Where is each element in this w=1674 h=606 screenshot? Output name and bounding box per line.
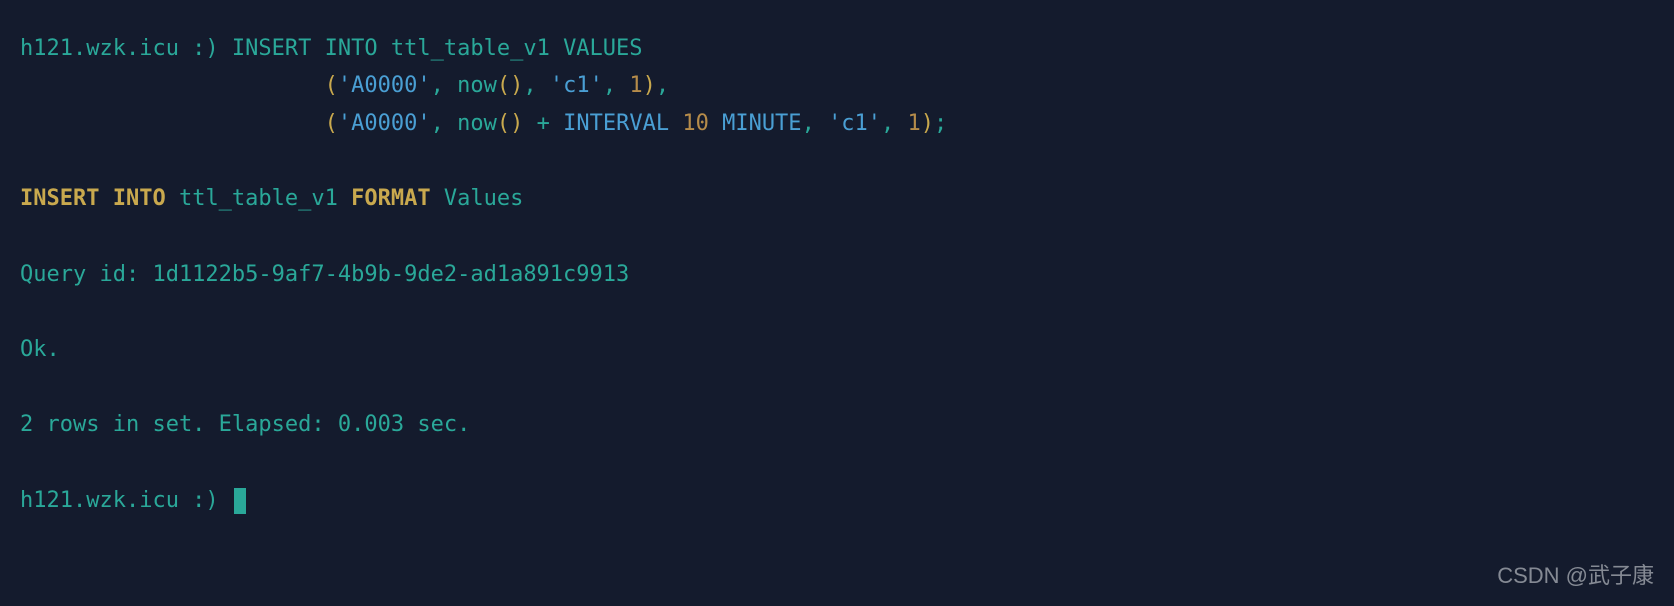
watermark: CSDN @武子康 bbox=[1497, 557, 1654, 594]
format-name: Values bbox=[431, 186, 524, 211]
query-id-line: Query id: 1d1122b5-9af7-4b9b-9de2-ad1a89… bbox=[20, 256, 1654, 293]
prompt-host: h121.wzk.icu :) bbox=[20, 36, 232, 61]
close-paren: ) bbox=[921, 111, 934, 136]
insert-keyword: INSERT INTO bbox=[232, 36, 378, 61]
plus-operator: + bbox=[537, 111, 550, 136]
prompt-2[interactable]: h121.wzk.icu :) bbox=[20, 482, 1654, 519]
string-literal: 'c1' bbox=[550, 73, 603, 98]
close-paren: ) bbox=[643, 73, 656, 98]
prompt-host: h121.wzk.icu :) bbox=[20, 488, 232, 513]
number-literal: 1 bbox=[629, 73, 642, 98]
insert-keyword: INSERT INTO bbox=[20, 186, 166, 211]
cursor-icon bbox=[234, 488, 246, 514]
now-function: now bbox=[457, 73, 497, 98]
table-name: ttl_table_v1 bbox=[166, 186, 351, 211]
open-paren: ( bbox=[325, 73, 338, 98]
number-literal: 10 bbox=[682, 111, 709, 136]
blank-line bbox=[20, 142, 1654, 180]
number-literal: 1 bbox=[908, 111, 921, 136]
values-keyword: VALUES bbox=[563, 36, 642, 61]
minute-keyword: MINUTE bbox=[722, 111, 801, 136]
string-literal: 'A0000' bbox=[338, 111, 431, 136]
now-function: now bbox=[457, 111, 497, 136]
echo-line: INSERT INTO ttl_table_v1 FORMAT Values bbox=[20, 180, 1654, 217]
string-literal: 'A0000' bbox=[338, 73, 431, 98]
string-literal: 'c1' bbox=[828, 111, 881, 136]
prompt-line-2: ('A0000', now(), 'c1', 1), bbox=[20, 67, 1654, 104]
rows-line: 2 rows in set. Elapsed: 0.003 sec. bbox=[20, 406, 1654, 443]
table-name: ttl_table_v1 bbox=[378, 36, 563, 61]
prompt-line-3: ('A0000', now() + INTERVAL 10 MINUTE, 'c… bbox=[20, 105, 1654, 142]
interval-keyword: INTERVAL bbox=[563, 111, 669, 136]
ok-line: Ok. bbox=[20, 331, 1654, 368]
prompt-line-1: h121.wzk.icu :) INSERT INTO ttl_table_v1… bbox=[20, 30, 1654, 67]
blank-line bbox=[20, 368, 1654, 406]
format-keyword: FORMAT bbox=[351, 186, 430, 211]
blank-line bbox=[20, 218, 1654, 256]
blank-line bbox=[20, 293, 1654, 331]
blank-line bbox=[20, 444, 1654, 482]
open-paren: ( bbox=[325, 111, 338, 136]
